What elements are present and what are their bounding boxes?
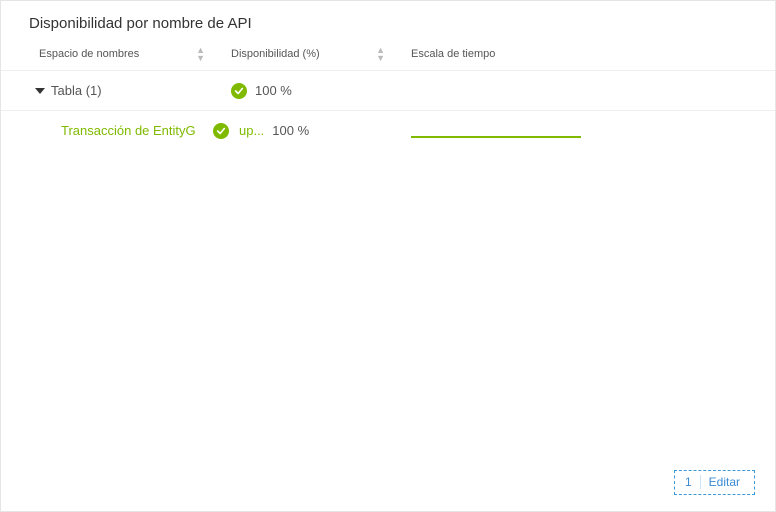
table-header: Espacio de nombres ▲▼ Disponibilidad (%)… (1, 46, 775, 70)
sort-icon: ▲▼ (376, 46, 391, 62)
expand-caret-icon[interactable] (35, 88, 45, 94)
timescale-sparkline (411, 136, 581, 138)
col-header-timescale: Escala de tiempo (391, 48, 551, 60)
item-label-prefix: Transacción de EntityG (61, 123, 196, 138)
col-header-timescale-label: Escala de tiempo (411, 48, 495, 60)
table-row[interactable]: Transacción de EntityG up... 100 % (1, 110, 775, 150)
col-header-availability-label: Disponibilidad (%) (231, 48, 320, 60)
edit-label: Editar (709, 475, 740, 489)
col-header-namespace[interactable]: Espacio de nombres ▲▼ (1, 46, 211, 62)
panel-title: Disponibilidad por nombre de API (1, 1, 775, 46)
availability-panel: Disponibilidad por nombre de API Espacio… (0, 0, 776, 512)
sort-icon: ▲▼ (196, 46, 211, 62)
group-availability-value: 100 % (255, 83, 292, 98)
success-check-icon (231, 83, 247, 99)
item-label-suffix: up... (239, 123, 264, 138)
col-header-availability[interactable]: Disponibilidad (%) ▲▼ (211, 46, 391, 62)
group-label: Tabla (1) (51, 83, 102, 98)
edit-button[interactable]: 1 Editar (674, 470, 755, 495)
edit-separator (700, 475, 701, 489)
edit-count: 1 (685, 475, 692, 489)
item-availability-value: 100 % (272, 123, 309, 138)
col-header-namespace-label: Espacio de nombres (39, 48, 139, 60)
success-check-icon (213, 123, 229, 139)
table-group-row[interactable]: Tabla (1) 100 % (1, 70, 775, 110)
